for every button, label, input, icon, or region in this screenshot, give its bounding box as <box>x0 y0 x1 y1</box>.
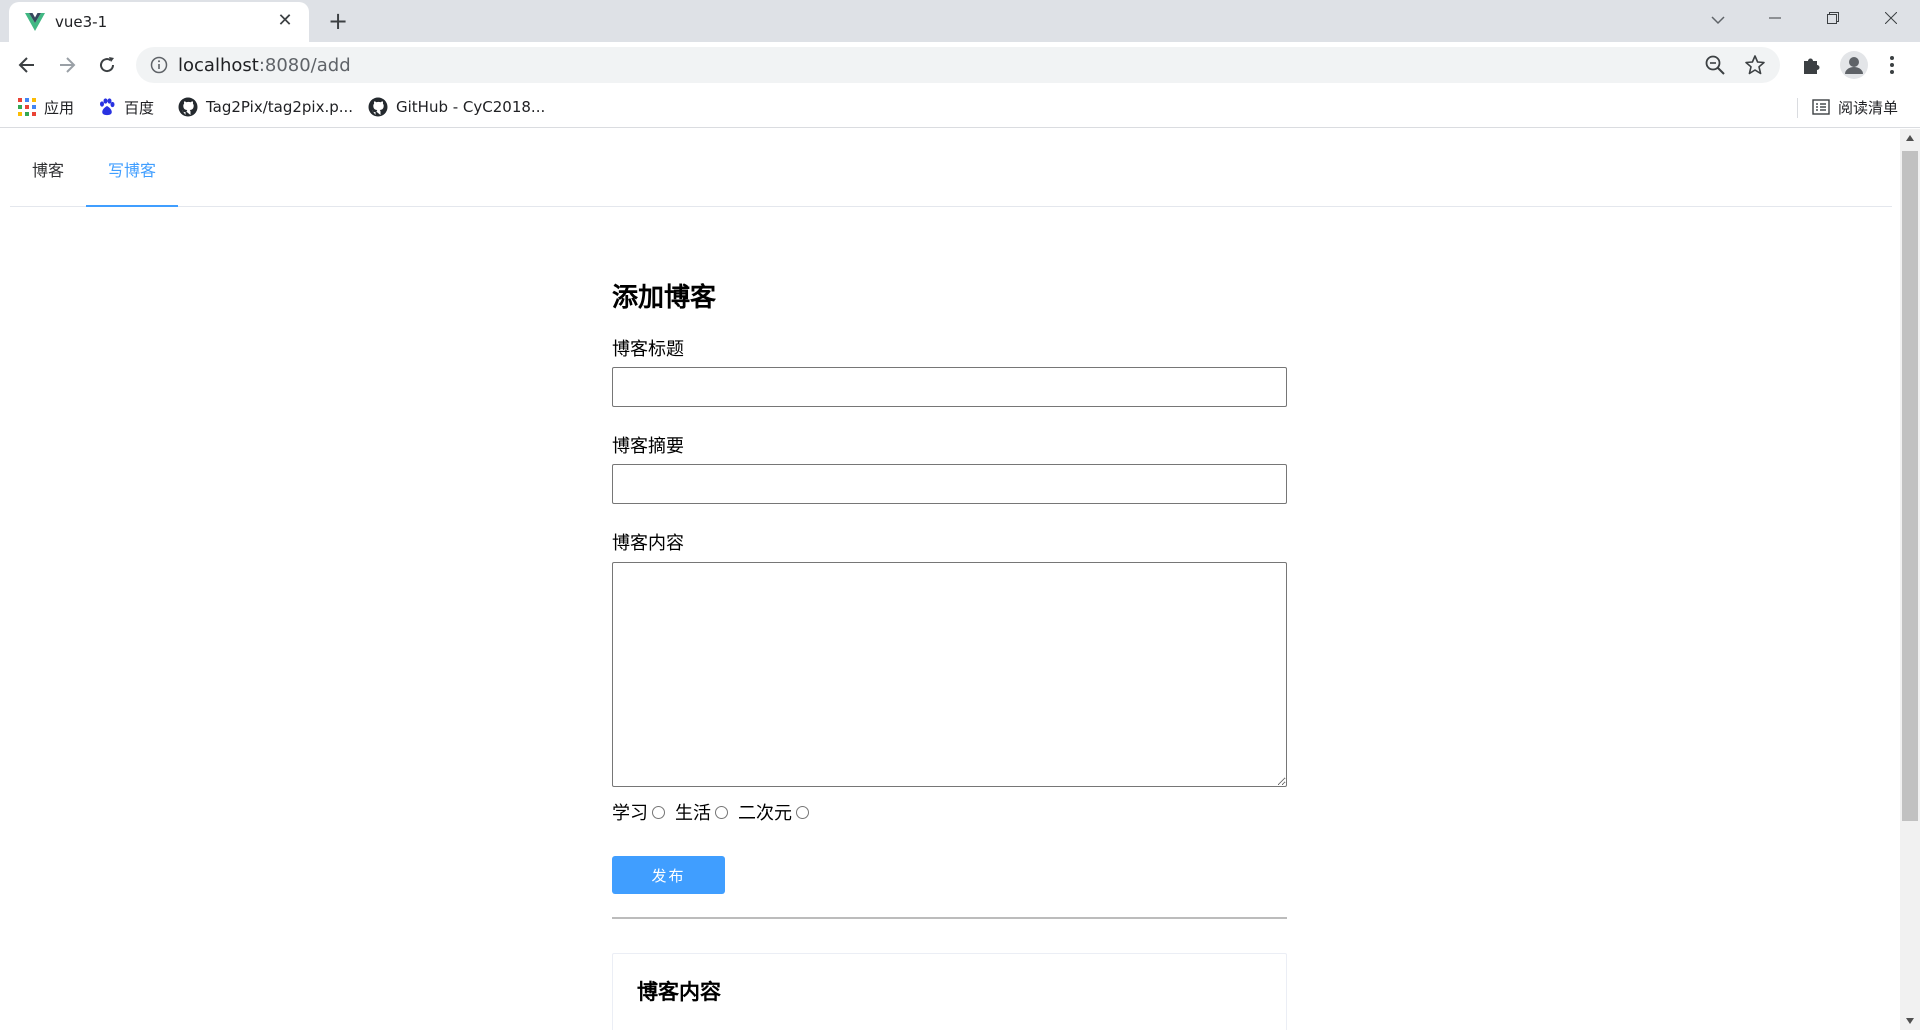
radio-button[interactable] <box>715 805 728 819</box>
restore-icon <box>1827 12 1839 24</box>
reload-icon <box>100 57 115 73</box>
arrow-right-icon <box>60 57 76 73</box>
github-icon <box>368 97 388 117</box>
tab-close-icon[interactable]: ✕ <box>273 9 297 33</box>
reading-list-icon <box>1812 99 1830 115</box>
blog-summary-label: 博客摘要 <box>612 436 684 457</box>
url-text: localhost:8080/add <box>178 55 351 76</box>
section-divider <box>612 917 1287 919</box>
page-title: 添加博客 <box>612 283 717 313</box>
bookmark-label: GitHub - CyC2018... <box>396 98 546 116</box>
info-icon[interactable] <box>150 56 168 74</box>
minimize-icon <box>1769 17 1781 19</box>
blog-content-label: 博客内容 <box>612 533 684 554</box>
close-window-button[interactable] <box>1862 0 1920 36</box>
apps-grid-icon <box>18 98 36 116</box>
reading-list-button[interactable]: 阅读清单 <box>1812 96 1898 118</box>
minimize-button[interactable] <box>1746 0 1804 36</box>
page-scrollbar[interactable] <box>1900 129 1920 1030</box>
bookmark-label: 应用 <box>44 98 75 117</box>
scroll-down-arrow-icon[interactable] <box>1906 1018 1914 1024</box>
bookmark-baidu[interactable]: 百度 <box>98 96 154 118</box>
back-button[interactable] <box>12 50 42 80</box>
forward-button[interactable] <box>52 50 82 80</box>
page-viewport: 博客 写博客 添加博客 博客标题 博客摘要 博客内容 学习 生活 二次元 发布 <box>0 129 1900 1030</box>
publish-button[interactable]: 发布 <box>612 856 725 894</box>
browser-tab[interactable]: vue3-1 ✕ <box>9 2 309 42</box>
tab-title: vue3-1 <box>55 13 108 31</box>
radio-button[interactable] <box>796 805 809 819</box>
bookmarks-divider <box>1797 98 1798 118</box>
scrollbar-thumb[interactable] <box>1902 151 1918 821</box>
category-label: 二次元 <box>738 803 792 824</box>
blog-title-input[interactable] <box>612 367 1287 407</box>
close-icon <box>1885 12 1897 24</box>
browser-toolbar: localhost:8080/add <box>0 42 1920 86</box>
bookmark-star-icon[interactable] <box>1744 54 1766 76</box>
app-menu: 博客 写博客 <box>10 129 1892 207</box>
arrow-left-icon <box>18 57 34 73</box>
url-path: :8080/add <box>258 55 351 76</box>
scroll-up-arrow-icon[interactable] <box>1906 135 1914 141</box>
menu-item-blog[interactable]: 博客 <box>10 129 86 207</box>
category-label: 学习 <box>612 803 648 824</box>
blog-title-label: 博客标题 <box>612 339 684 360</box>
category-radio-group: 学习 生活 二次元 <box>612 799 819 825</box>
bookmark-label: Tag2Pix/tag2pix.p... <box>206 98 354 116</box>
extensions-puzzle-icon[interactable] <box>1800 53 1824 77</box>
github-icon <box>178 97 198 117</box>
category-label: 生活 <box>675 803 711 824</box>
bookmark-tag2pix[interactable]: Tag2Pix/tag2pix.p... <box>178 96 353 118</box>
zoom-icon[interactable] <box>1704 54 1726 76</box>
new-tab-button[interactable]: + <box>325 9 351 35</box>
restore-button[interactable] <box>1804 0 1862 36</box>
preview-title: 博客内容 <box>637 980 721 1004</box>
bookmark-apps[interactable]: 应用 <box>18 96 74 118</box>
bookmark-github[interactable]: GitHub - CyC2018... <box>368 96 545 118</box>
address-bar[interactable]: localhost:8080/add <box>136 47 1780 83</box>
radio-button[interactable] <box>652 805 665 819</box>
category-study[interactable]: 学习 <box>612 799 665 825</box>
url-host: localhost <box>178 55 259 76</box>
kebab-menu-icon[interactable] <box>1880 53 1904 77</box>
category-life[interactable]: 生活 <box>675 799 728 825</box>
menu-item-write-blog[interactable]: 写博客 <box>86 129 179 207</box>
vue-logo-icon <box>25 13 45 31</box>
reload-button[interactable] <box>92 50 122 80</box>
blog-preview-card: 博客内容 <box>612 953 1287 1030</box>
blog-content-textarea[interactable] <box>612 562 1287 787</box>
baidu-paw-icon <box>100 98 115 116</box>
blog-summary-input[interactable] <box>612 464 1287 504</box>
bookmarks-bar: 应用 百度 Tag2Pix/tag2pix.p... GitHub - CyC2… <box>0 86 1920 128</box>
bookmark-label: 百度 <box>124 98 155 117</box>
person-icon <box>1845 57 1863 74</box>
category-anime[interactable]: 二次元 <box>738 799 809 825</box>
tab-strip: vue3-1 ✕ + <box>0 0 1920 42</box>
tab-search-icon[interactable] <box>1706 10 1730 30</box>
reading-list-label: 阅读清单 <box>1838 98 1899 117</box>
profile-avatar[interactable] <box>1840 51 1868 79</box>
